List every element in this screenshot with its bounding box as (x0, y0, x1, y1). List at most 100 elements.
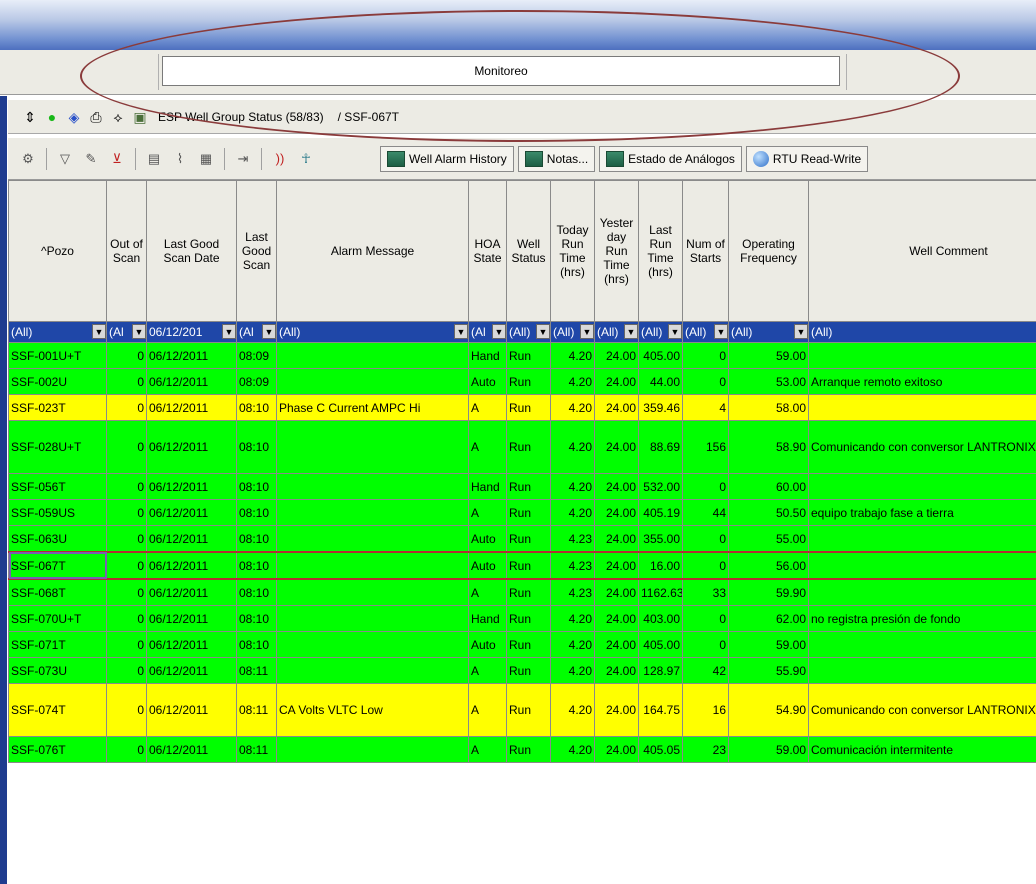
dropdown-arrow-icon[interactable]: ▼ (262, 324, 276, 339)
person-icon[interactable]: ☥ (296, 149, 316, 169)
table-cell[interactable]: A (468, 683, 507, 737)
table-cell[interactable]: no registra presión de fondo (808, 605, 1036, 632)
table-cell[interactable]: 24.00 (594, 394, 639, 421)
table-cell[interactable]: 4.20 (550, 683, 595, 737)
table-cell[interactable] (276, 605, 469, 632)
table-cell[interactable]: A (468, 578, 507, 606)
table-cell[interactable]: 55.90 (728, 657, 809, 684)
table-cell[interactable]: 06/12/2011 (146, 736, 237, 763)
table-cell[interactable]: 4.20 (550, 499, 595, 526)
table-cell[interactable] (276, 368, 469, 395)
column-header[interactable]: ^Pozo (8, 180, 107, 322)
table-cell[interactable]: 359.46 (638, 394, 683, 421)
table-cell[interactable]: 06/12/2011 (146, 631, 237, 658)
table-cell[interactable]: 24.00 (594, 342, 639, 369)
table-cell[interactable]: 0 (106, 525, 147, 553)
table-cell[interactable]: 55.00 (728, 525, 809, 553)
table-cell[interactable]: 50.50 (728, 499, 809, 526)
tab-rtu-read-write[interactable]: RTU Read-Write (745, 145, 869, 172)
filter-icon[interactable]: ▽ (55, 149, 75, 169)
table-cell[interactable]: Run (506, 631, 551, 658)
table-cell[interactable]: 59.00 (728, 736, 809, 763)
table-cell[interactable]: SSF-028U+T (8, 420, 107, 474)
grid-icon[interactable]: ▦ (196, 149, 216, 169)
table-cell[interactable] (276, 551, 469, 580)
chart-icon[interactable]: ⌇ (170, 149, 190, 169)
table-cell[interactable]: Comunicación intermitente (808, 736, 1036, 763)
table-cell[interactable]: 0 (682, 631, 729, 658)
table-cell[interactable]: SSF-059US (8, 499, 107, 526)
table-cell[interactable]: A (468, 499, 507, 526)
table-cell[interactable]: A (468, 394, 507, 421)
table-cell[interactable]: 59.00 (728, 631, 809, 658)
table-cell[interactable]: 405.00 (638, 342, 683, 369)
column-filter[interactable]: (All) ▼ (638, 321, 683, 343)
dropdown-arrow-icon[interactable]: ▼ (580, 324, 594, 339)
table-cell[interactable] (276, 657, 469, 684)
table-cell[interactable]: 405.00 (638, 631, 683, 658)
table-cell[interactable] (276, 473, 469, 500)
tab-well-alarm-history[interactable]: Well Alarm History (380, 145, 514, 172)
table-cell[interactable]: 0 (682, 605, 729, 632)
column-filter[interactable]: (Al ▼ (106, 321, 147, 343)
table-cell[interactable]: A (468, 420, 507, 474)
table-cell[interactable]: Hand (468, 342, 507, 369)
table-cell[interactable]: 08:10 (236, 499, 277, 526)
dropdown-arrow-icon[interactable]: ▼ (668, 324, 682, 339)
table-cell[interactable]: Run (506, 736, 551, 763)
table-cell[interactable]: 06/12/2011 (146, 551, 237, 580)
table-cell[interactable]: 08:10 (236, 605, 277, 632)
edit-icon[interactable]: ✎ (81, 149, 101, 169)
table-cell[interactable]: 16 (682, 683, 729, 737)
table-cell[interactable]: Arranque remoto exitoso (808, 368, 1036, 395)
column-header[interactable]: Well Comment (808, 180, 1036, 322)
table-cell[interactable]: 164.75 (638, 683, 683, 737)
table-row[interactable]: SSF-056T 0 06/12/2011 08:10 Hand Run 4.20 24.00… (8, 473, 1036, 500)
table-cell[interactable]: 0 (106, 683, 147, 737)
table-cell[interactable]: Run (506, 525, 551, 553)
table-cell[interactable] (808, 578, 1036, 606)
table-cell[interactable]: 0 (106, 420, 147, 474)
table-cell[interactable]: 4.20 (550, 342, 595, 369)
table-cell[interactable]: 4 (682, 394, 729, 421)
table-cell[interactable]: 0 (682, 525, 729, 553)
table-row[interactable]: SSF-074T 0 06/12/2011 08:11 CA Volts VLTC Lo… (8, 683, 1036, 737)
column-filter[interactable]: (All) ▼ (594, 321, 639, 343)
table-row[interactable]: SSF-002U 0 06/12/2011 08:09 Auto Run 4.20 24.00… (8, 368, 1036, 395)
table-cell[interactable]: 33 (682, 578, 729, 606)
table-row[interactable]: SSF-070U+T 0 06/12/2011 08:10 Hand Run 4.20 24.… (8, 605, 1036, 632)
table-cell[interactable]: 06/12/2011 (146, 368, 237, 395)
table-cell[interactable] (276, 342, 469, 369)
table-cell[interactable]: 08:10 (236, 551, 277, 580)
table-cell[interactable]: 44.00 (638, 368, 683, 395)
table-cell[interactable]: Run (506, 473, 551, 500)
column-header[interactable]: Today Run Time (hrs) (550, 180, 595, 322)
diamond-icon[interactable]: ◈ (66, 109, 82, 125)
table-cell[interactable]: 06/12/2011 (146, 657, 237, 684)
table-cell[interactable]: 0 (106, 499, 147, 526)
table-cell[interactable]: SSF-068T (8, 578, 107, 606)
tab-estado-analogos[interactable]: Estado de Análogos (599, 145, 742, 172)
table-cell[interactable]: 08:10 (236, 473, 277, 500)
column-filter[interactable]: (All) ▼ (8, 321, 107, 343)
table-cell[interactable]: 24.00 (594, 683, 639, 737)
column-filter[interactable]: (All) ▼ (506, 321, 551, 343)
table-cell[interactable]: 0 (106, 605, 147, 632)
table-cell[interactable]: Auto (468, 551, 507, 580)
table-cell[interactable]: 06/12/2011 (146, 420, 237, 474)
table-cell[interactable]: 24.00 (594, 631, 639, 658)
table-cell[interactable]: Run (506, 368, 551, 395)
table-cell[interactable]: 08:11 (236, 683, 277, 737)
table-cell[interactable]: 4.20 (550, 420, 595, 474)
table-cell[interactable]: 0 (682, 473, 729, 500)
table-cell[interactable]: 0 (682, 551, 729, 580)
table-cell[interactable] (276, 631, 469, 658)
table-cell[interactable]: 16.00 (638, 551, 683, 580)
column-header[interactable]: Well Status (506, 180, 551, 322)
table-cell[interactable]: 06/12/2011 (146, 394, 237, 421)
table-row[interactable]: SSF-068T 0 06/12/2011 08:10 A Run 4.23 24.00 116… (8, 578, 1036, 606)
table-row[interactable]: SSF-059US 0 06/12/2011 08:10 A Run 4.20 24.00 40… (8, 499, 1036, 526)
dropdown-arrow-icon[interactable]: ▼ (132, 324, 146, 339)
table-cell[interactable]: 403.00 (638, 605, 683, 632)
table-cell[interactable] (276, 499, 469, 526)
